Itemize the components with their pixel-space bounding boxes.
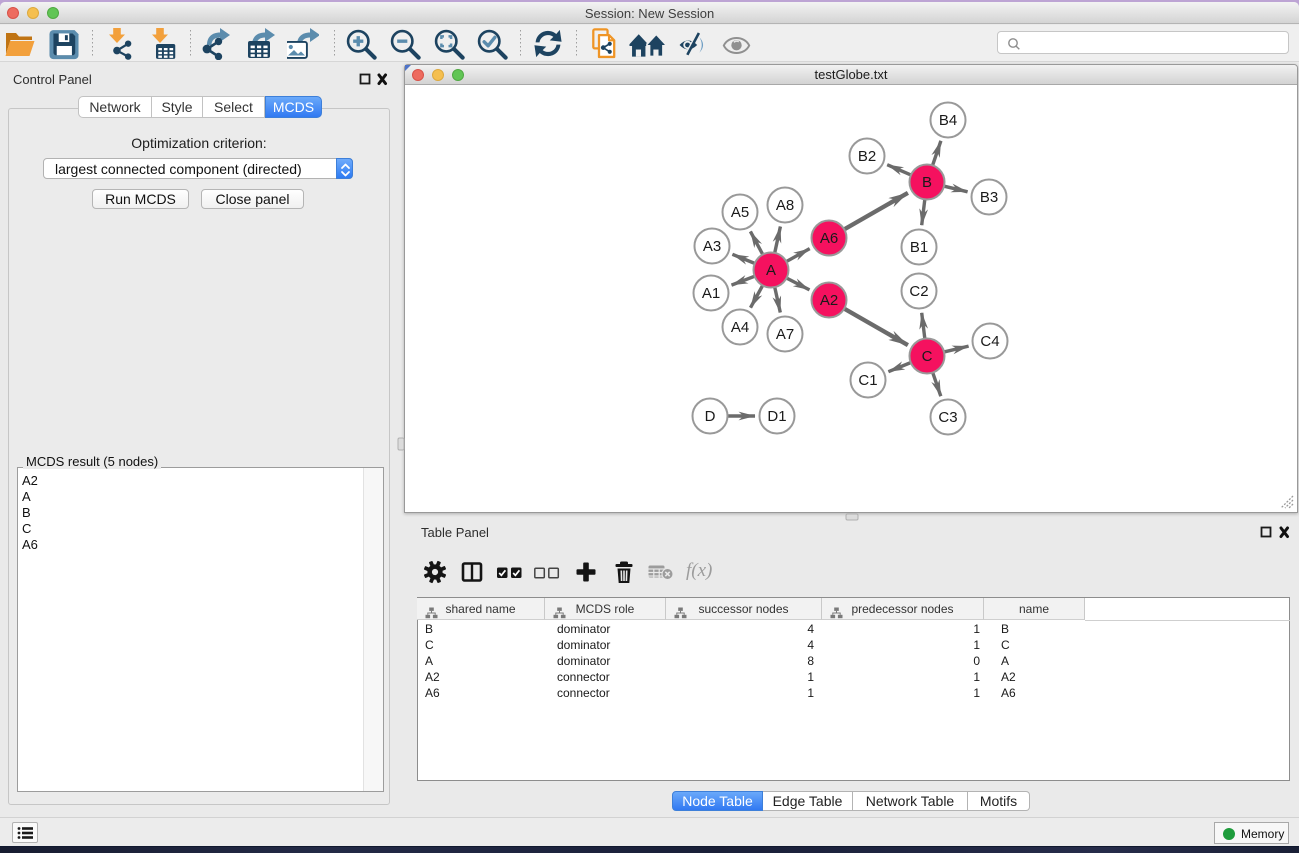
svg-text:C1: C1 (858, 372, 877, 389)
svg-text:B2: B2 (858, 148, 876, 165)
svg-text:C2: C2 (909, 283, 928, 300)
svg-text:A8: A8 (776, 197, 794, 214)
svg-text:B3: B3 (980, 189, 998, 206)
svg-text:D: D (705, 408, 716, 425)
svg-text:B4: B4 (939, 112, 957, 129)
svg-text:C4: C4 (980, 333, 999, 350)
svg-text:B: B (922, 174, 932, 191)
svg-text:A1: A1 (702, 285, 720, 302)
svg-text:A5: A5 (731, 204, 749, 221)
svg-text:A4: A4 (731, 319, 749, 336)
svg-text:A2: A2 (820, 292, 838, 309)
svg-text:B1: B1 (910, 239, 928, 256)
svg-text:C: C (922, 348, 933, 365)
svg-text:A6: A6 (820, 230, 838, 247)
svg-text:D1: D1 (767, 408, 786, 425)
svg-text:A7: A7 (776, 326, 794, 343)
svg-text:C3: C3 (938, 409, 957, 426)
svg-text:A3: A3 (703, 238, 721, 255)
svg-text:A: A (766, 262, 776, 279)
